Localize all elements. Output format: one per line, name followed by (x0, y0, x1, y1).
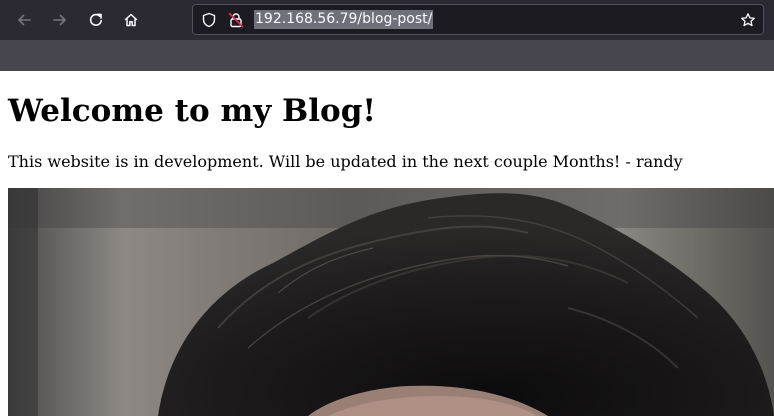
insecure-lock-icon[interactable] (228, 12, 244, 28)
blog-photo (8, 188, 774, 416)
browser-toolbar: 192.168.56.79/blog-post/ (0, 0, 774, 40)
arrow-left-icon (18, 14, 31, 26)
reload-button[interactable] (82, 6, 110, 34)
forward-button[interactable] (46, 6, 74, 34)
shield-icon[interactable] (201, 12, 217, 28)
page-intro-text: This website is in development. Will be … (8, 152, 683, 171)
toolbar-extension (0, 40, 774, 71)
star-icon[interactable] (740, 12, 756, 28)
back-button[interactable] (10, 6, 38, 34)
home-icon (124, 13, 138, 27)
address-bar[interactable]: 192.168.56.79/blog-post/ (192, 4, 764, 35)
home-button[interactable] (117, 6, 145, 34)
arrow-right-icon (53, 14, 66, 26)
portrait-image (8, 188, 774, 416)
url-text[interactable]: 192.168.56.79/blog-post/ (254, 10, 434, 29)
page-title: Welcome to my Blog! (8, 93, 376, 129)
reload-icon (89, 13, 102, 26)
